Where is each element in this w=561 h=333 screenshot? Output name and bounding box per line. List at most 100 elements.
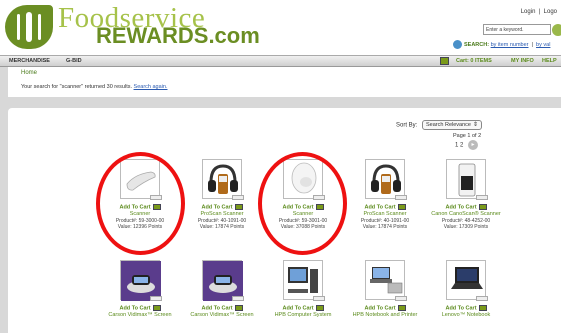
product-name[interactable]: Carson Vidimax™ Screen (95, 312, 185, 319)
nav-my-info[interactable]: MY INFO (511, 58, 534, 64)
cart-icon (397, 305, 406, 311)
add-to-cart-button[interactable]: Add To Cart (258, 305, 348, 311)
product-card: Add To Cart ProScan Scanner Product#: 40… (340, 159, 430, 230)
red-highlight-circle (96, 152, 185, 255)
add-to-cart-button[interactable]: Add To Cart (177, 305, 267, 311)
product-name[interactable]: HPB Notebook and Printer (340, 312, 430, 319)
magnifier-device-icon (203, 261, 243, 301)
next-page-icon[interactable]: ▸ (468, 140, 479, 150)
cart-icon (478, 204, 487, 210)
result-count-text: Your search for "scanner" returned 30 re… (21, 84, 134, 90)
breadcrumb-home[interactable]: Home (21, 70, 37, 76)
zoom-icon[interactable] (395, 296, 407, 301)
page-numbers[interactable]: 1 2 (455, 143, 463, 149)
breadcrumb-panel: Home Your search for "scanner" returned … (8, 67, 561, 97)
add-to-cart-label: Add To Cart (201, 204, 233, 211)
cart-icon (397, 204, 406, 210)
zoom-icon[interactable] (232, 195, 244, 200)
product-thumbnail[interactable] (283, 260, 325, 301)
laptop-icon (451, 267, 483, 289)
product-thumbnail[interactable] (446, 260, 488, 301)
product-thumbnail[interactable] (202, 260, 244, 301)
zoom-icon[interactable] (476, 296, 488, 301)
product-name[interactable]: Carson Vidimax™ Screen (177, 312, 267, 319)
product-name[interactable]: Canon CanoScan® Scanner (421, 211, 511, 218)
headphone-scanner-icon (208, 164, 238, 194)
add-to-cart-button[interactable]: Add To Cart (421, 305, 511, 311)
add-to-cart-label: Add To Cart (282, 305, 314, 312)
product-card: Add To Cart ProScan Scanner Product#: 40… (177, 159, 267, 230)
add-to-cart-label: Add To Cart (364, 204, 396, 211)
cart-icon (234, 204, 243, 210)
add-to-cart-button[interactable]: Add To Cart (340, 204, 430, 210)
headphone-scanner-icon (371, 164, 401, 194)
add-to-cart-button[interactable]: Add To Cart (95, 305, 185, 311)
product-value: Value: 17309 Points (443, 224, 489, 231)
zoom-icon[interactable] (395, 195, 407, 200)
product-card: Add To Cart HPB Notebook and Printer (340, 260, 430, 319)
sort-control: Sort By: Search Relevance ⇕ (396, 120, 483, 130)
red-highlight-circle (258, 152, 347, 255)
select-arrows-icon: ⇕ (472, 122, 479, 128)
add-to-cart-label: Add To Cart (364, 305, 396, 312)
add-to-cart-label: Add To Cart (445, 204, 477, 211)
zoom-icon[interactable] (150, 296, 162, 301)
add-to-cart-label: Add To Cart (119, 305, 151, 312)
nav-cart[interactable]: Cart: 0 ITEMS (456, 58, 492, 64)
nav-help[interactable]: HELP (542, 58, 557, 64)
search-again-link[interactable]: Search again. (134, 84, 168, 90)
search-go-button[interactable] (552, 24, 561, 36)
account-links: Login | Logo (520, 9, 557, 15)
product-card: Add To Cart Canon CanoScan® Scanner Prod… (421, 159, 511, 230)
search-by-item-number-link[interactable]: by item number (491, 42, 529, 48)
cart-icon (478, 305, 487, 311)
zoom-icon[interactable] (313, 296, 325, 301)
nav-merchandise[interactable]: MERCHANDISE (9, 58, 50, 64)
search-options: SEARCH: by item number | by val (453, 40, 550, 49)
add-to-cart-button[interactable]: Add To Cart (340, 305, 430, 311)
product-name[interactable]: Lenovo™ Notebook (421, 312, 511, 319)
cart-icon (315, 305, 324, 311)
product-thumbnail[interactable] (365, 260, 407, 301)
search-input[interactable]: Enter a keyword. (483, 24, 551, 35)
pagination: 1 2 ▸ (455, 140, 479, 150)
product-card: Add To Cart Carson Vidimax™ Screen (177, 260, 267, 319)
logo-icon[interactable] (5, 5, 53, 49)
product-thumbnail[interactable] (202, 159, 244, 200)
zoom-icon[interactable] (232, 296, 244, 301)
site-header: Foodservice REWARDS.com Login | Logo Ent… (0, 0, 561, 55)
cart-icon (152, 305, 161, 311)
logout-link[interactable]: Logo (544, 9, 557, 15)
sort-select[interactable]: Search Relevance ⇕ (422, 120, 483, 130)
product-value: Value: 17874 Points (362, 224, 408, 231)
nav-gbid[interactable]: G-BID (66, 58, 82, 64)
add-to-cart-button[interactable]: Add To Cart (177, 204, 267, 210)
product-thumbnail[interactable] (446, 159, 488, 200)
notebook-printer-icon (370, 267, 403, 294)
search-result-message: Your search for "scanner" returned 30 re… (21, 84, 168, 90)
page-info: Page 1 of 2 (453, 133, 482, 139)
add-to-cart-button[interactable]: Add To Cart (421, 204, 511, 210)
upright-scanner-icon (458, 163, 476, 197)
add-to-cart-label: Add To Cart (445, 305, 477, 312)
sort-selected-value: Search Relevance (426, 122, 471, 128)
login-link[interactable]: Login (521, 9, 536, 15)
zoom-icon[interactable] (476, 195, 488, 200)
search-label: SEARCH: (464, 41, 490, 48)
product-value: Value: 17874 Points (199, 224, 245, 231)
main-nav: MERCHANDISE G-BID Cart: 0 ITEMS MY INFO … (0, 55, 561, 67)
product-name[interactable]: ProScan Scanner (177, 211, 267, 218)
desktop-computer-icon (288, 267, 318, 293)
add-to-cart-label: Add To Cart (201, 305, 233, 312)
results-panel: Sort By: Search Relevance ⇕ Page 1 of 2 1… (8, 108, 561, 333)
product-name[interactable]: HPB Computer System (258, 312, 348, 319)
product-card: Add To Cart Lenovo™ Notebook (421, 260, 511, 319)
product-thumbnail[interactable] (120, 260, 162, 301)
product-thumbnail[interactable] (365, 159, 407, 200)
product-card: Add To Cart HPB Computer System (258, 260, 348, 319)
logo-text-rewards[interactable]: REWARDS.com (96, 24, 260, 48)
search-by-value-link[interactable]: by val (536, 42, 550, 48)
product-name[interactable]: ProScan Scanner (340, 211, 430, 218)
magnifier-device-icon (121, 261, 161, 301)
cart-icon[interactable] (440, 57, 449, 65)
